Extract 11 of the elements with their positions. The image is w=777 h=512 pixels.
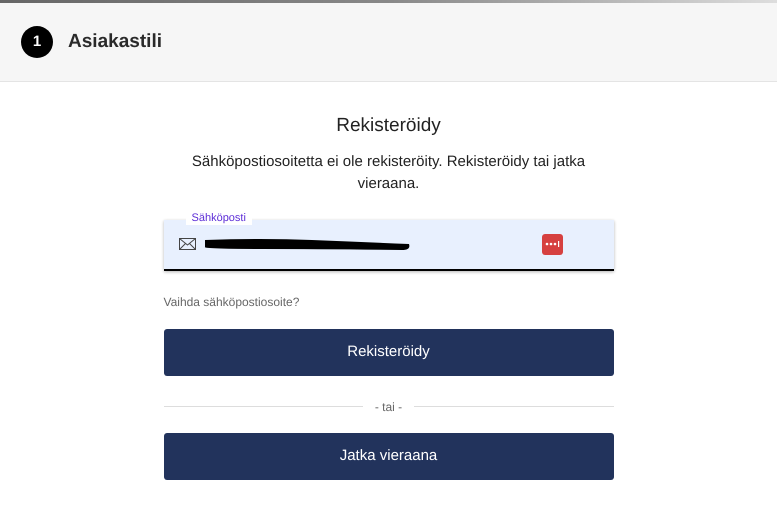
guest-button[interactable]: Jatka vieraana xyxy=(164,432,614,480)
register-button[interactable]: Rekisteröidy xyxy=(164,328,614,376)
step-number: 1 xyxy=(21,26,53,58)
password-manager-icon[interactable] xyxy=(542,234,562,254)
info-message: Sähköpostiosoitetta ei ole rekisteröity. Rekisteröidy tai jatka vieraana. xyxy=(190,152,586,194)
change-email-link[interactable]: Vaihda sähköpostiosoite? xyxy=(164,292,614,310)
section-title: Asiakastili xyxy=(68,30,162,54)
divider-text: - tai - xyxy=(374,398,402,416)
page-heading: Rekisteröidy xyxy=(335,114,442,138)
field-label: Sähköposti xyxy=(186,210,252,224)
envelope-icon xyxy=(178,238,196,250)
